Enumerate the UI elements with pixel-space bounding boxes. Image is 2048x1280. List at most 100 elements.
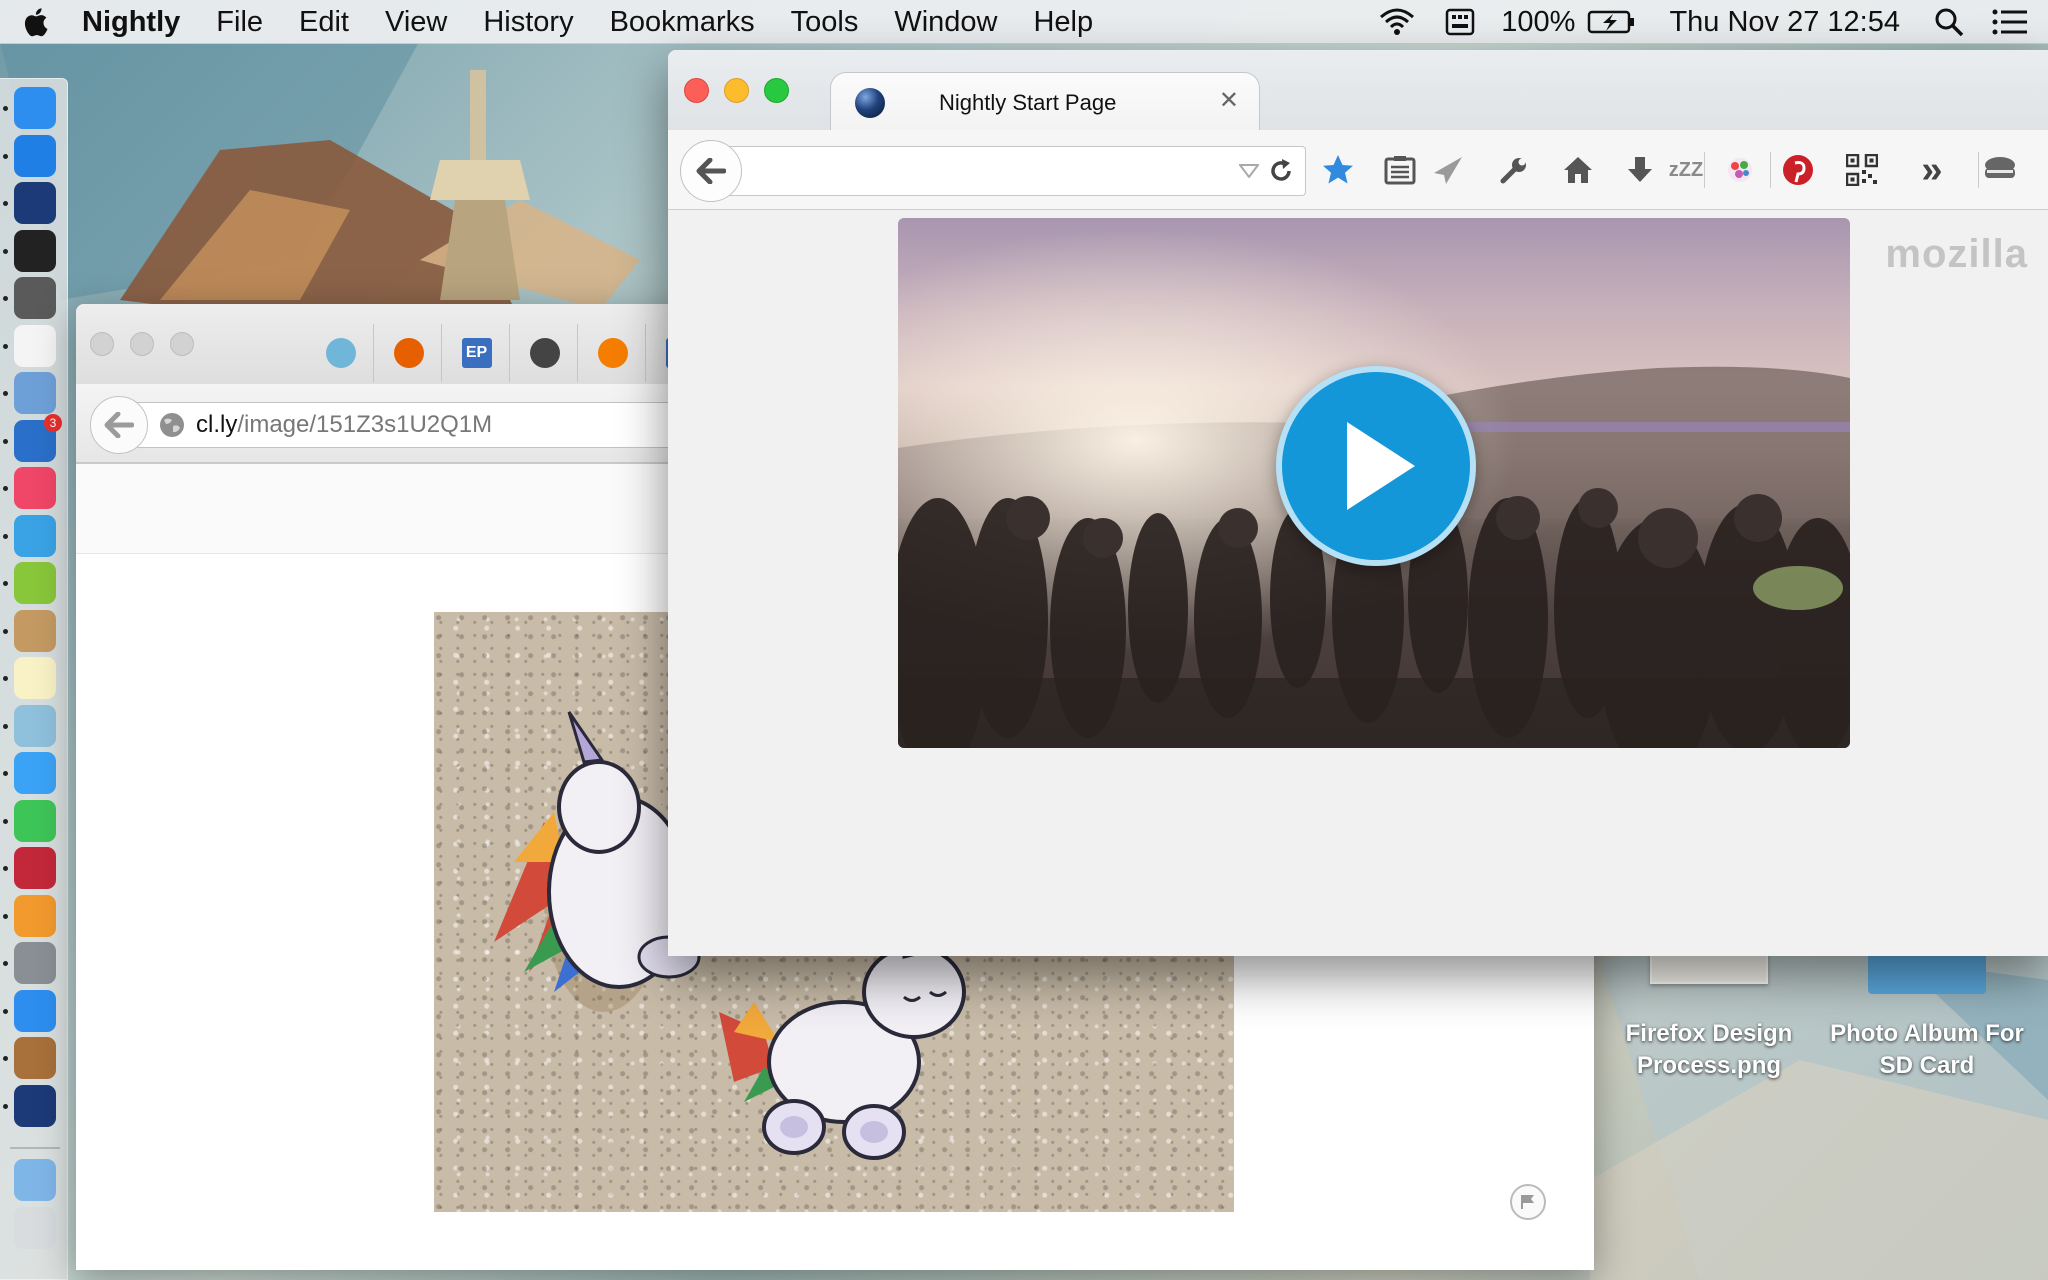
send-icon[interactable] [1428, 150, 1468, 190]
ingress-icon [325, 338, 356, 368]
menu-edit[interactable]: Edit [281, 0, 367, 44]
trash-icon[interactable] [14, 1207, 56, 1249]
notes-icon[interactable] [14, 657, 56, 699]
menu-view[interactable]: View [367, 0, 465, 44]
messages-icon[interactable] [14, 752, 56, 794]
pinned-tab[interactable] [512, 324, 578, 382]
running-indicator [3, 486, 8, 491]
desktop-folder-photo-album[interactable]: Photo Album For SD Card [1822, 950, 2032, 1082]
background-back-button[interactable] [90, 396, 148, 454]
wifi-icon[interactable] [1377, 7, 1417, 37]
tab-nightly-start-page[interactable]: Nightly Start Page ✕ [830, 72, 1260, 132]
sublime-text-icon[interactable] [14, 277, 56, 319]
menu-bookmarks[interactable]: Bookmarks [592, 0, 773, 44]
running-indicator [3, 676, 8, 681]
folder-icon [1868, 950, 1986, 994]
video-thumbnail[interactable] [898, 218, 1850, 748]
colorful-extension-icon[interactable] [1720, 150, 1760, 190]
desktop-file-firefox-design-process[interactable]: Firefox Design Process.png [1604, 950, 1814, 1082]
contacts-icon[interactable] [14, 609, 56, 652]
toolbar-separator [1770, 152, 1771, 188]
menu-window[interactable]: Window [876, 0, 1015, 44]
running-indicator [3, 913, 8, 919]
app-store-icon[interactable] [14, 134, 56, 177]
overflow-chevrons-icon[interactable]: » [1912, 150, 1952, 190]
photo-booth-icon[interactable] [14, 847, 56, 889]
folder-icon[interactable] [14, 1159, 56, 1201]
ep-icon: EP [461, 338, 492, 368]
report-flag-button[interactable] [1510, 1184, 1546, 1220]
nightly-browser-window[interactable]: Nightly Start Page ✕ zZZ » mozilla [668, 50, 2048, 956]
photo-icon[interactable] [14, 704, 56, 747]
home-icon[interactable] [1558, 150, 1598, 190]
running-indicator [3, 771, 8, 776]
facetime-icon[interactable] [14, 799, 56, 842]
badge-count: 3 [44, 413, 62, 432]
desktop-file-label: Firefox Design Process.png [1625, 1020, 1793, 1079]
safari-icon[interactable] [14, 989, 56, 1032]
finder-icon[interactable] [14, 87, 56, 129]
pinned-tab[interactable] [580, 324, 646, 382]
tab-close-icon[interactable]: ✕ [1219, 89, 1239, 113]
minimize-window-button[interactable] [724, 78, 749, 103]
running-indicator [3, 1103, 8, 1109]
url-bar[interactable] [728, 146, 1306, 196]
tv-icon [529, 338, 560, 368]
menu-tools[interactable]: Tools [773, 0, 877, 44]
itunes-icon[interactable] [14, 467, 56, 509]
qr-code-icon[interactable] [1842, 150, 1882, 190]
menu-history[interactable]: History [465, 0, 591, 44]
nightly-icon[interactable] [14, 1084, 56, 1127]
dock: 3 [0, 78, 68, 1280]
menu-help[interactable]: Help [1015, 0, 1111, 44]
pinterest-icon[interactable] [1778, 150, 1818, 190]
preview-icon[interactable] [14, 372, 56, 414]
menu-file[interactable]: File [198, 0, 281, 44]
keyboard-input-icon[interactable] [1445, 7, 1475, 37]
play-icon [1347, 422, 1415, 510]
apple-menu-icon[interactable] [0, 0, 70, 44]
notification-center-icon[interactable] [1992, 8, 2028, 36]
clock[interactable]: Thu Nov 27 12:54 [1669, 6, 1900, 39]
spotlight-search-icon[interactable] [1934, 7, 1964, 37]
overflow-chevrons-label: » [1921, 149, 1943, 191]
play-button[interactable] [1276, 366, 1476, 566]
running-indicator [3, 961, 8, 966]
pinned-tab[interactable]: EP [444, 324, 510, 382]
terminal-icon[interactable] [14, 229, 56, 272]
inactive-close-button[interactable] [90, 332, 114, 356]
site-identity-globe-icon[interactable] [158, 411, 186, 439]
battery-percent[interactable]: 100% [1501, 6, 1575, 39]
limechat-icon[interactable] [14, 562, 56, 604]
inactive-minimize-button[interactable] [130, 332, 154, 356]
reload-icon[interactable] [1267, 157, 1295, 185]
download-icon[interactable] [1620, 150, 1660, 190]
nightly-icon[interactable] [14, 182, 56, 224]
pinned-tab[interactable] [376, 324, 442, 382]
back-button[interactable] [680, 140, 742, 202]
calendar-icon[interactable] [14, 324, 56, 367]
tasks-icon[interactable]: 3 [14, 413, 62, 462]
pinned-tab[interactable] [308, 324, 374, 382]
running-indicator [3, 153, 8, 159]
inactive-zoom-button[interactable] [170, 332, 194, 356]
system-preferences-icon[interactable] [14, 942, 56, 984]
bookmark-star-icon[interactable] [1318, 150, 1358, 190]
running-indicator [3, 201, 8, 206]
zoom-window-button[interactable] [764, 78, 789, 103]
url-history-dropdown-icon[interactable] [1237, 159, 1261, 183]
twitter-icon[interactable] [14, 514, 56, 557]
sleep-tabs-icon[interactable]: zZZ [1666, 150, 1706, 190]
close-window-button[interactable] [684, 78, 709, 103]
running-indicator [3, 248, 8, 254]
desktop-folder-label: Photo Album For SD Card [1830, 1020, 2024, 1079]
menu-app-name[interactable]: Nightly [70, 0, 198, 44]
running-indicator [3, 106, 8, 111]
bookmarks-list-icon[interactable] [1380, 150, 1420, 190]
menu-icon[interactable] [1980, 150, 2020, 190]
acorn-icon[interactable] [14, 1037, 56, 1079]
battery-icon[interactable] [1587, 9, 1637, 35]
ibooks-icon[interactable] [14, 894, 56, 937]
front-window-titlebar[interactable]: Nightly Start Page ✕ [668, 50, 2048, 132]
wrench-icon[interactable] [1494, 150, 1534, 190]
